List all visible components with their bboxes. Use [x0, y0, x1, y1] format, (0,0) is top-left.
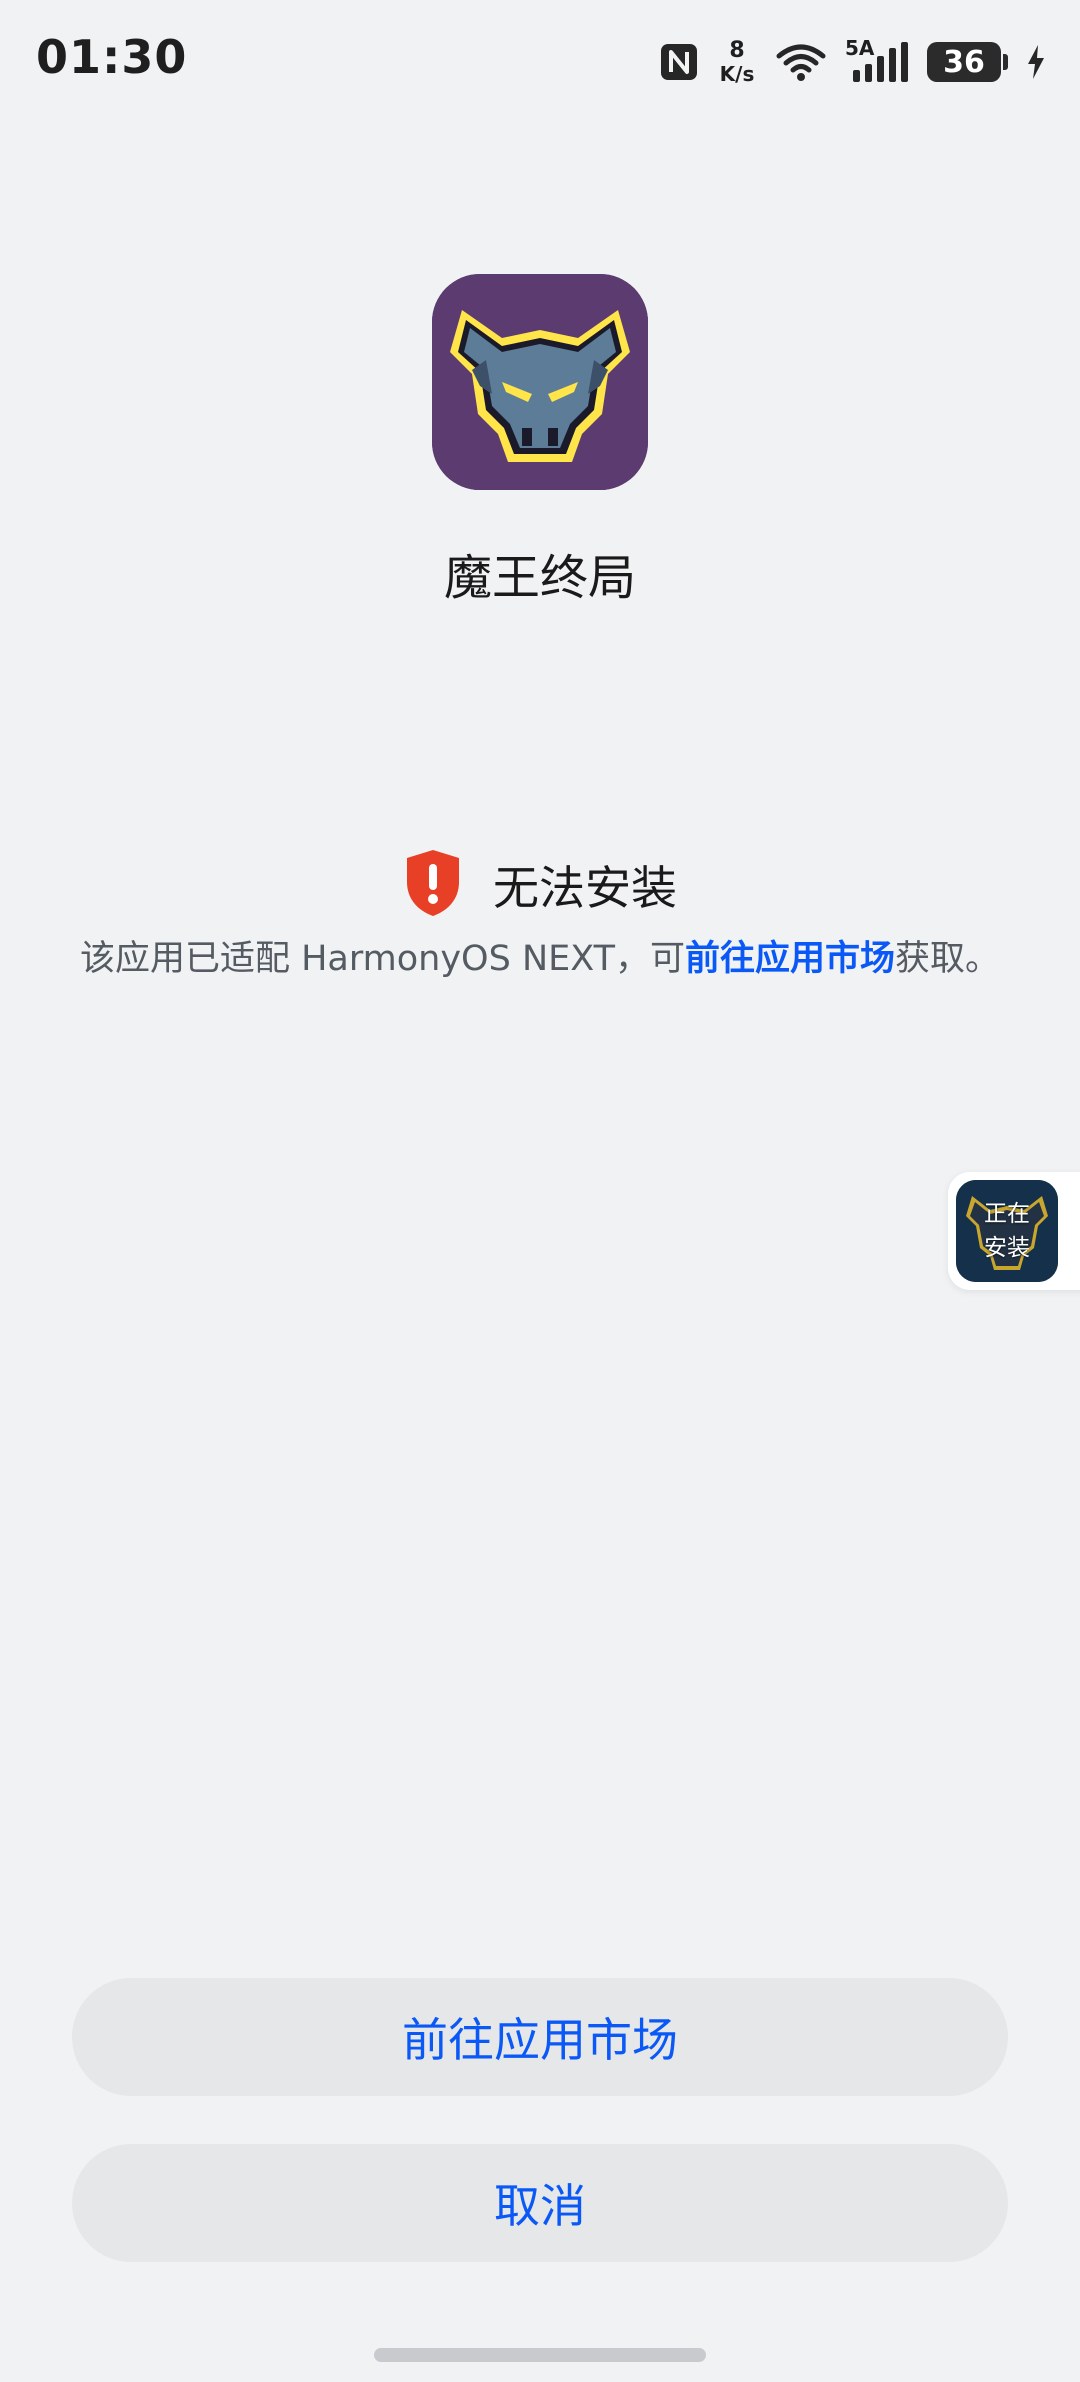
installing-line-2: 安装: [984, 1235, 1030, 1261]
cancel-button[interactable]: 取消: [72, 2144, 1008, 2262]
nfc-icon: [659, 42, 699, 82]
installing-line-1: 正在: [984, 1201, 1030, 1227]
demon-skull-icon: [432, 274, 648, 490]
warning-shield-icon: [403, 848, 463, 922]
cellular-signal-icon: 5A: [845, 36, 909, 84]
battery-icon: 36: [927, 42, 1001, 82]
error-title: 无法安装: [493, 861, 677, 915]
app-icon: [432, 274, 648, 490]
home-indicator[interactable]: [374, 2348, 706, 2362]
wifi-icon: [775, 42, 827, 82]
status-time: 01:30: [36, 30, 188, 84]
installing-floating-bubble[interactable]: 正在 安装: [948, 1172, 1080, 1290]
battery-indicator: 36: [927, 42, 1008, 82]
battery-tip: [1003, 54, 1008, 70]
error-desc-suffix: 获取。: [895, 939, 1001, 979]
app-name: 魔王终局: [443, 550, 636, 606]
battery-percent: 36: [943, 44, 985, 80]
error-description: 该应用已适配 HarmonyOS NEXT，可前往应用市场获取。: [0, 930, 1080, 981]
net-speed-value: 8: [729, 38, 745, 63]
net-speed-indicator: 8 K/s: [717, 38, 757, 86]
go-to-app-market-button[interactable]: 前往应用市场: [72, 1978, 1008, 2096]
status-icons: 8 K/s 5A 36: [659, 36, 1046, 88]
installing-status-text: 正在 安装: [956, 1180, 1058, 1282]
status-bar: 01:30 8 K/s 5A 36: [0, 0, 1080, 120]
net-speed-unit: K/s: [719, 62, 755, 86]
app-market-link[interactable]: 前往应用市场: [685, 939, 895, 979]
error-header: 无法安装: [0, 848, 1080, 922]
charging-icon: [1026, 44, 1046, 80]
error-desc-prefix: 该应用已适配 HarmonyOS NEXT，可: [79, 939, 685, 979]
